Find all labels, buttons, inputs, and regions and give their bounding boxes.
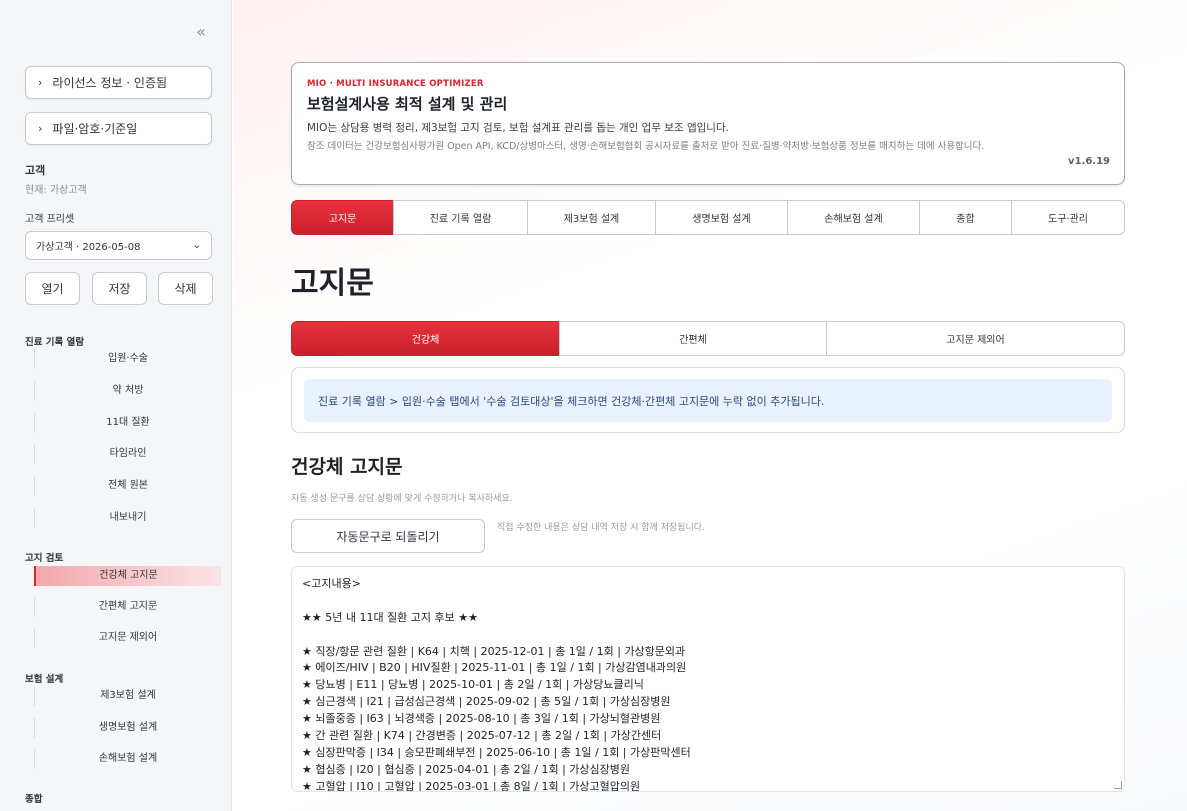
sidebar-item-third-insurance[interactable]: 제3보험 설계 (34, 686, 221, 706)
tab-summary[interactable]: 종합 (919, 200, 1012, 235)
subtab-exclusion[interactable]: 고지문 제외어 (826, 321, 1125, 356)
notice-line: ★★ 5년 내 11대 질환 고지 후보 ★★ (302, 610, 478, 624)
sidebar-item-full-source[interactable]: 전체 원본 (34, 476, 221, 496)
sidebar-item-prescription[interactable]: 약 처방 (34, 381, 221, 401)
sidebar-item-export[interactable]: 내보내기 (34, 508, 221, 528)
expander-label: 라이선스 정보 · 인증됨 (52, 76, 168, 90)
app-eyebrow: MIO · MULTI INSURANCE OPTIMIZER (307, 79, 484, 89)
license-info-expander[interactable]: › 라이선스 정보 · 인증됨 (25, 66, 212, 99)
chevron-right-icon: › (38, 122, 43, 135)
collapse-sidebar-button[interactable]: « (190, 22, 212, 42)
app-reference: 참조 데이터는 건강보험심사평가원 Open API, KCD/상병마스터, 생… (307, 141, 985, 152)
preset-selected-value: 가상고객 · 2026-05-08 (36, 242, 141, 253)
chevron-down-icon: ⌄ (192, 240, 201, 251)
notice-line: ★ 심근경색 | I21 | 급성심근경색 | 2025-09-02 | 총 5… (302, 695, 671, 709)
nav-group-summary: 종합 (25, 794, 43, 805)
sidebar-item-timeline[interactable]: 타임라인 (34, 444, 221, 464)
nav-group-records: 진료 기록 열람 (25, 337, 85, 348)
resize-handle[interactable] (1114, 781, 1122, 789)
subtab-simple[interactable]: 간편체 (559, 321, 827, 356)
notice-line: ★ 에이즈/HIV | B20 | HIV질환 | 2025-11-01 | 총… (302, 661, 687, 675)
tab-property-insurance[interactable]: 손해보험 설계 (787, 200, 920, 235)
nav-group-insurance-design: 보험 설계 (25, 674, 64, 685)
reset-auto-text-button[interactable]: 자동문구로 되돌리기 (291, 519, 485, 553)
sidebar: « › 라이선스 정보 · 인증됨 › 파일·암호·기준일 고객 현재: 가상고… (0, 0, 232, 811)
subtab-healthy[interactable]: 건강체 (291, 321, 560, 356)
nav-group-notice-review: 고지 검토 (25, 553, 64, 564)
sidebar-item-notice-exclusion[interactable]: 고지문 제외어 (34, 628, 221, 648)
main-content: MIO · MULTI INSURANCE OPTIMIZER 보험설계사용 최… (233, 0, 1187, 811)
app-header-card: MIO · MULTI INSURANCE OPTIMIZER 보험설계사용 최… (291, 62, 1125, 185)
section-caption: 자동 생성 문구를 상담 상황에 맞게 수정하거나 복사하세요. (291, 494, 513, 504)
notice-line: ★ 간 관련 질환 | K74 | 간경변증 | 2025-07-12 | 총 … (302, 729, 662, 743)
reset-note: 직접 수정한 내용은 상담 내역 저장 시 함께 저장됩니다. (497, 523, 705, 533)
notice-line (302, 627, 1114, 644)
sidebar-item-property-insurance[interactable]: 손해보험 설계 (34, 749, 221, 769)
tab-life-insurance[interactable]: 생명보험 설계 (655, 200, 788, 235)
app-description: MIO는 상담용 병력 정리, 제3보험 고지 검토, 보험 설계표 관리를 돕… (307, 122, 729, 134)
app-version: v1.6.19 (1068, 156, 1110, 167)
tab-records[interactable]: 진료 기록 열람 (393, 200, 528, 235)
preset-label: 고객 프리셋 (25, 214, 75, 225)
notice-line (302, 593, 1114, 610)
notice-line: ★ 고혈압 | I10 | 고혈압 | 2025-03-01 | 총 8일 / … (302, 779, 641, 792)
sidebar-item-simple-notice[interactable]: 간편체 고지문 (34, 597, 221, 617)
sidebar-item-life-insurance[interactable]: 생명보험 설계 (34, 718, 221, 738)
tab-tools[interactable]: 도구·관리 (1011, 200, 1125, 235)
customer-title: 고객 (25, 164, 46, 177)
sidebar-item-admission-surgery[interactable]: 입원·수술 (34, 349, 221, 369)
notice-line: ★ 심장판막증 | I34 | 승모판폐쇄부전 | 2025-06-10 | 총… (302, 745, 691, 759)
chevron-right-icon: › (38, 76, 43, 89)
file-password-expander[interactable]: › 파일·암호·기준일 (25, 112, 212, 145)
app-title: 보험설계사용 최적 설계 및 관리 (307, 95, 508, 113)
notice-subtabs: 건강체 간편체 고지문 제외어 (291, 321, 1125, 356)
double-chevron-left-icon: « (196, 22, 206, 41)
open-button[interactable]: 열기 (25, 272, 80, 305)
notice-line: ★ 협심증 | I20 | 협심증 | 2025-04-01 | 총 2일 / … (302, 762, 631, 776)
tab-notice[interactable]: 고지문 (291, 200, 394, 235)
tab-third-insurance[interactable]: 제3보험 설계 (527, 200, 656, 235)
sidebar-item-healthy-notice[interactable]: 건강체 고지문 (34, 566, 221, 586)
delete-button[interactable]: 삭제 (158, 272, 213, 305)
notice-line: <고지내용> (302, 577, 361, 590)
notice-textarea[interactable]: <고지내용> ★★ 5년 내 11대 질환 고지 후보 ★★ ★ 직장/항문 관… (291, 566, 1125, 792)
sidebar-item-11-diseases[interactable]: 11대 질환 (34, 413, 221, 433)
expander-label: 파일·암호·기준일 (52, 122, 138, 136)
save-button[interactable]: 저장 (92, 272, 147, 305)
notice-line: ★ 뇌졸중증 | I63 | 뇌경색증 | 2025-08-10 | 총 3일 … (302, 712, 661, 726)
main-tabs: 고지문 진료 기록 열람 제3보험 설계 생명보험 설계 손해보험 설계 종합 … (291, 200, 1125, 235)
page-title: 고지문 (291, 266, 374, 301)
notice-line: ★ 직장/항문 관련 질환 | K64 | 치핵 | 2025-12-01 | … (302, 644, 686, 658)
section-title: 건강체 고지문 (291, 456, 403, 478)
info-message: 진료 기록 열람 > 입원·수술 탭에서 '수술 검토대상'을 체크하면 건강체… (304, 379, 1112, 422)
notice-line: ★ 당뇨병 | E11 | 당뇨병 | 2025-10-01 | 총 2일 / … (302, 678, 644, 692)
info-card: 진료 기록 열람 > 입원·수술 탭에서 '수술 검토대상'을 체크하면 건강체… (291, 367, 1125, 433)
current-customer: 현재: 가상고객 (25, 185, 87, 196)
customer-preset-select[interactable]: 가상고객 · 2026-05-08 ⌄ (25, 231, 212, 260)
